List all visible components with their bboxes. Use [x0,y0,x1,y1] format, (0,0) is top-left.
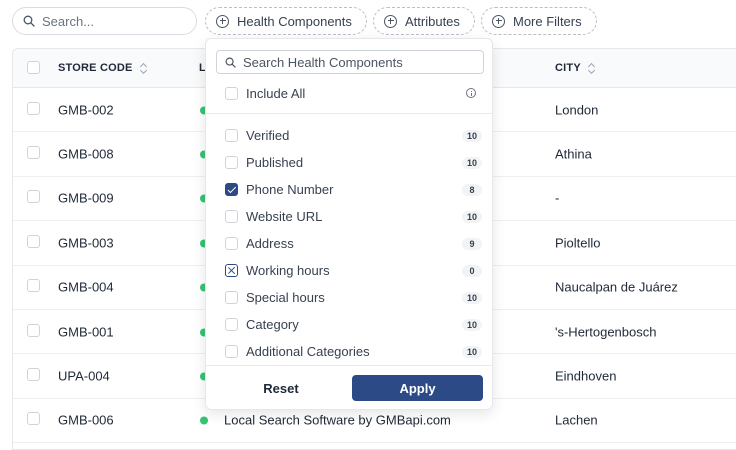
health-components-list: Verified 10 Published 10 Phone Number 8 Websit… [225,122,482,365]
city-cell: 's-Hertogenbosch [555,324,657,340]
city-cell: Naucalpan de Juárez [555,279,678,295]
health-component-option[interactable]: Category 10 [225,311,482,338]
count-badge: 10 [461,129,482,142]
include-all-label: Include All [246,85,306,101]
option-checkbox[interactable] [225,291,238,304]
column-header-label: CITY [555,62,581,74]
option-label: Working hours [246,263,330,278]
location-name-cell: Local Search Software by GMBapi.com [224,412,451,428]
health-component-option[interactable]: Special hours 10 [225,284,482,311]
attributes-filter-label: Attributes [405,13,460,29]
store-code-cell: GMB-006 [58,412,114,428]
search-input[interactable] [42,13,192,29]
option-checkbox[interactable] [225,237,238,250]
row-checkbox[interactable] [27,368,40,384]
more-filters-label: More Filters [513,13,582,29]
option-label: Category [246,317,299,332]
row-checkbox[interactable] [27,279,40,295]
option-label: Phone Number [246,182,334,197]
health-component-option[interactable]: Working hours 0 [225,257,482,284]
option-label: Website URL [246,209,323,224]
option-label: Published [246,155,304,170]
divider [206,113,492,114]
status-dot [200,413,208,428]
sort-icon [140,63,148,74]
include-all-checkbox[interactable] [225,86,238,100]
store-code-cell: GMB-003 [58,235,114,251]
health-components-search-input[interactable] [243,54,473,70]
count-badge: 8 [462,183,482,196]
search-box[interactable] [12,7,197,35]
count-badge: 10 [461,318,482,331]
search-icon [225,57,236,68]
health-components-filter-button[interactable]: Health Components [205,7,367,35]
health-component-option[interactable]: Address 9 [225,230,482,257]
row-checkbox[interactable] [27,412,40,428]
option-label: Special hours [246,290,325,305]
store-code-cell: GMB-004 [58,279,114,295]
option-label: Additional Categories [246,344,370,359]
apply-button[interactable]: Apply [352,375,483,401]
health-component-option[interactable]: Published 10 [225,149,482,176]
column-header-store-code[interactable]: STORE CODE [58,62,148,74]
health-components-search-box[interactable] [216,50,484,74]
health-component-option[interactable]: Phone Number 8 [225,176,482,203]
option-checkbox[interactable] [225,210,238,223]
store-code-cell: GMB-001 [58,324,114,340]
store-code-cell: GMB-009 [58,190,114,206]
city-cell: Lachen [555,412,598,428]
count-badge: 10 [461,156,482,169]
option-checkbox[interactable] [225,156,238,169]
store-code-cell: UPA-004 [58,368,110,384]
info-icon[interactable] [466,88,476,98]
city-cell: Pioltello [555,235,601,251]
plus-circle-icon [384,14,397,28]
select-all-checkbox[interactable] [27,61,40,74]
row-checkbox[interactable] [27,234,40,251]
sort-icon [588,63,596,74]
option-label: Address [246,236,294,251]
option-checkbox[interactable] [225,183,238,196]
option-checkbox[interactable] [225,318,238,331]
option-checkbox[interactable] [225,264,238,277]
search-icon [23,15,35,27]
health-component-option[interactable]: Website URL 10 [225,203,482,230]
reset-button[interactable]: Reset [230,375,332,401]
city-cell: Eindhoven [555,368,617,384]
column-header-label: STORE CODE [58,62,133,74]
option-checkbox[interactable] [225,129,238,142]
plus-circle-icon [492,14,505,28]
column-header-city[interactable]: CITY [555,62,596,74]
health-components-filter-label: Health Components [237,13,352,29]
store-code-cell: GMB-008 [58,146,114,162]
row-checkbox[interactable] [27,101,40,118]
divider [206,365,492,366]
plus-circle-icon [216,14,229,28]
count-badge: 0 [462,264,482,277]
include-all-option[interactable]: Include All [225,83,476,103]
option-checkbox[interactable] [225,345,238,358]
city-cell: Athina [555,146,592,162]
more-filters-button[interactable]: More Filters [481,7,597,35]
row-checkbox[interactable] [27,146,40,162]
count-badge: 10 [461,291,482,304]
city-cell: London [555,102,599,118]
count-badge: 9 [462,237,482,250]
health-component-option[interactable]: Additional Categories 10 [225,338,482,365]
row-checkbox[interactable] [27,190,40,206]
attributes-filter-button[interactable]: Attributes [373,7,475,35]
city-cell: - [555,190,560,206]
count-badge: 10 [461,345,482,358]
store-code-cell: GMB-002 [58,102,114,118]
health-components-dropdown: Include All Verified 10 Published 10 Phone N… [205,38,493,410]
row-checkbox[interactable] [27,323,40,340]
option-label: Verified [246,128,290,143]
count-badge: 10 [461,210,482,223]
health-component-option[interactable]: Verified 10 [225,122,482,149]
